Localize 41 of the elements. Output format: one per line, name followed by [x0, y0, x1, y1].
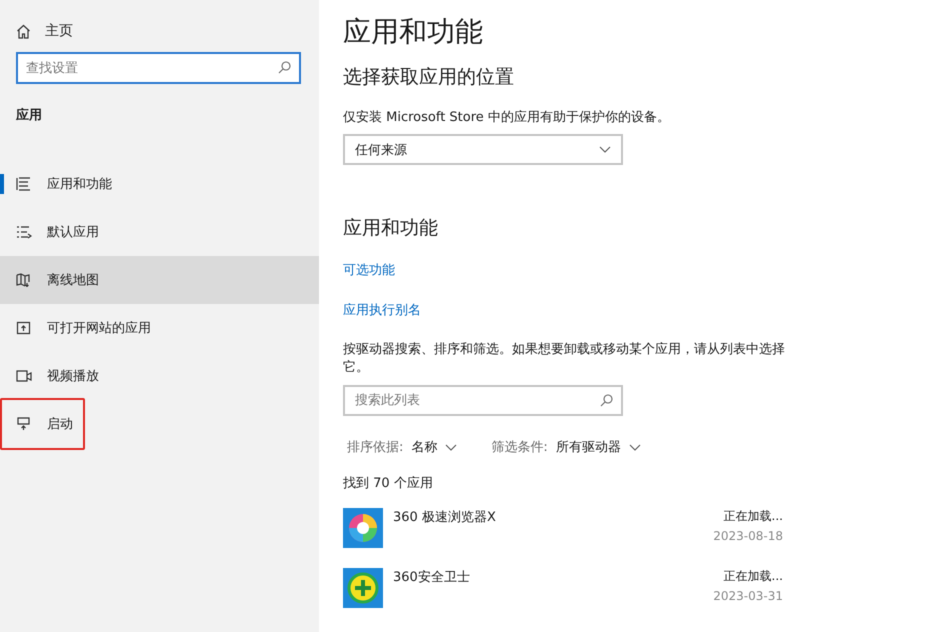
search-icon	[600, 394, 613, 407]
search-icon	[278, 61, 291, 74]
chevron-down-icon	[599, 146, 611, 153]
app-status: 正在加载...	[724, 508, 783, 525]
app-icon	[343, 568, 383, 608]
app-icon	[343, 508, 383, 548]
home-icon	[16, 24, 31, 38]
sort-dropdown[interactable]: 排序依据: 名称	[347, 438, 458, 456]
nav-item[interactable]: 启动	[0, 400, 319, 448]
list-search-field[interactable]: 搜索此列表	[343, 385, 623, 416]
nav-item[interactable]: 离线地图	[0, 256, 319, 304]
description-text: 仅安装 Microsoft Store 中的应用有助于保护你的设备。	[343, 109, 670, 126]
window-arrow-icon	[16, 321, 32, 335]
app-date: 2023-08-18	[713, 529, 783, 543]
video-icon	[16, 369, 32, 383]
home-link[interactable]: 主页	[16, 20, 77, 42]
list-arrow-icon	[16, 225, 32, 239]
section-heading: 应用和功能	[343, 216, 438, 241]
nav-item[interactable]: 默认应用	[0, 208, 319, 256]
source-dropdown[interactable]: 任何来源	[343, 134, 623, 165]
chevron-down-icon	[628, 444, 641, 450]
page-title: 应用和功能	[343, 14, 483, 50]
settings-link[interactable]: 应用执行别名	[343, 301, 421, 319]
app-date: 2023-03-31	[713, 589, 783, 603]
section-title: 应用	[16, 106, 42, 124]
map-icon	[16, 273, 32, 287]
filter-dropdown[interactable]: 筛选条件: 所有驱动器	[491, 438, 641, 456]
search-field[interactable]: 查找设置	[16, 52, 301, 84]
nav-item[interactable]: 应用和功能	[0, 160, 319, 208]
nav-item[interactable]: 可打开网站的应用	[0, 304, 319, 352]
monitor-arrow-icon	[16, 417, 32, 431]
settings-link[interactable]: 可选功能	[343, 261, 395, 279]
nav-item[interactable]: 视频播放	[0, 352, 319, 400]
list-icon	[16, 177, 32, 191]
app-status: 正在加载...	[724, 568, 783, 585]
description-text: 按驱动器搜索、排序和筛选。如果想要卸载或移动某个应用，请从列表中选择它。	[343, 341, 786, 377]
app-count: 找到 70 个应用	[343, 475, 433, 492]
app-name[interactable]: 360 极速浏览器X	[393, 508, 704, 548]
chevron-down-icon	[445, 444, 458, 450]
section-heading: 选择获取应用的位置	[343, 65, 514, 90]
app-name[interactable]: 360安全卫士	[393, 568, 704, 608]
